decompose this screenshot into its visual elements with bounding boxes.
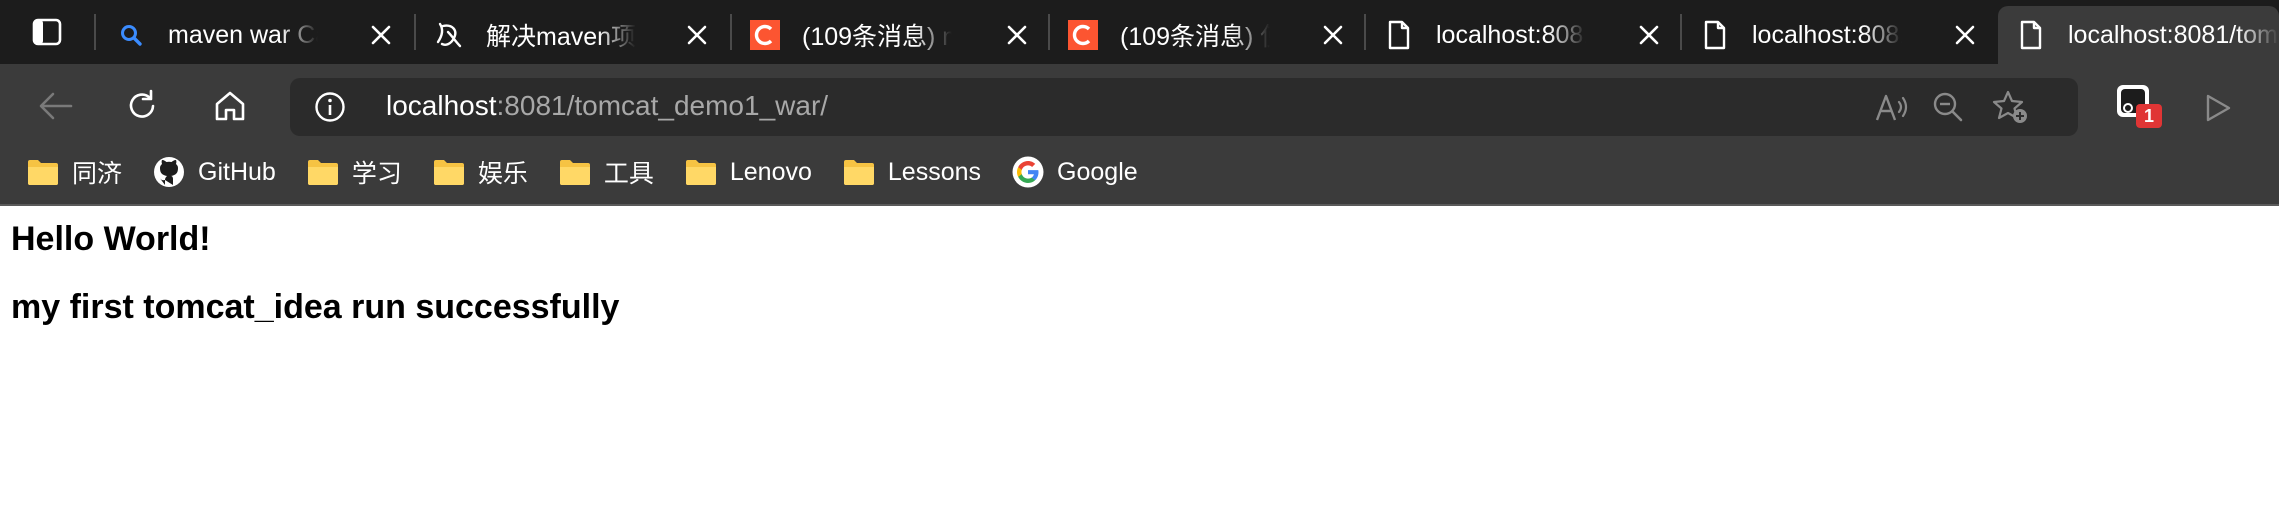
arrow-left-icon (38, 91, 74, 121)
home-icon (213, 89, 247, 123)
tab-title: localhost:8081/tomc (1436, 20, 1586, 49)
google-icon (1011, 156, 1045, 188)
bookmark-label: GitHub (198, 157, 276, 186)
url-host: localhost (386, 90, 497, 121)
home-button[interactable] (202, 78, 258, 134)
tab-localhost-active[interactable]: localhost:8081/tomcat_demo1_war/ (1998, 6, 2279, 64)
tab-separator (94, 14, 96, 50)
folder-icon (306, 157, 340, 187)
browser-toolbar: localhost:8081/tomcat_demo1_war/ 1 同济 Gi… (0, 64, 2279, 204)
bookmark-label: Google (1057, 157, 1138, 186)
zoom-out-button[interactable] (1930, 89, 1966, 125)
play-button[interactable] (2194, 84, 2242, 132)
bookmark-label: 同济 (72, 160, 123, 188)
tab-actions-icon (32, 18, 62, 46)
folder-icon (432, 157, 466, 187)
tab-maven-war[interactable]: maven war Cannot (98, 6, 412, 64)
tab-csdn-use-maven[interactable]: (109条消息) 使用m (1050, 6, 1364, 64)
url-path: :8081/tomcat_demo1_war/ (496, 90, 829, 121)
bookmark-github[interactable]: GitHub (152, 148, 276, 196)
github-icon (152, 157, 186, 187)
back-button[interactable] (28, 78, 84, 134)
csdn-logo-icon (750, 20, 780, 50)
bookmark-label: Lenovo (729, 157, 812, 186)
refresh-icon (125, 89, 159, 123)
close-tab-icon[interactable] (1002, 20, 1032, 50)
folder-icon (558, 157, 592, 187)
bookmark-label: 工具 (603, 160, 654, 188)
page-icon (2016, 20, 2046, 50)
close-tab-icon[interactable] (682, 20, 712, 50)
folder-icon (26, 157, 60, 187)
close-tab-icon[interactable] (1318, 20, 1348, 50)
tab-localhost-2[interactable]: localhost:8081/tomc (1682, 6, 1996, 64)
close-tab-icon[interactable] (366, 20, 396, 50)
bookmark-lenovo[interactable]: Lenovo (684, 148, 812, 196)
tab-title: maven war Cannot (168, 20, 318, 49)
bookmark-tongji[interactable]: 同济 (26, 148, 122, 196)
tab-maven-package-fix[interactable]: 解决maven项目打 (416, 6, 728, 64)
add-favorite-button[interactable] (1992, 89, 2028, 125)
extension-button[interactable]: 1 (2114, 82, 2164, 132)
bookmark-label: 学习 (351, 160, 402, 188)
page-heading-hello: Hello World! (11, 220, 211, 258)
bookmark-entertainment[interactable]: 娱乐 (432, 148, 528, 196)
csdn-logo-icon (1068, 20, 1098, 50)
bookmark-label: Lessons (887, 157, 982, 186)
bookmark-study[interactable]: 学习 (306, 148, 402, 196)
bookmarks-bar: 同济 GitHub 学习 娱乐 工具 Lenovo Lessons Google (0, 140, 2279, 204)
page-content: Hello World! my first tomcat_idea run su… (0, 206, 2279, 514)
bookmark-lessons[interactable]: Lessons (842, 148, 981, 196)
play-icon (2204, 93, 2232, 123)
page-icon (1700, 20, 1730, 50)
tab-title: (109条消息) maven (802, 23, 952, 51)
address-url[interactable]: localhost:8081/tomcat_demo1_war/ (386, 90, 828, 122)
close-tab-icon[interactable] (1950, 20, 1980, 50)
search-icon (116, 20, 146, 50)
page-icon (1384, 20, 1414, 50)
extension-badge: 1 (2136, 104, 2162, 128)
tab-localhost-1[interactable]: localhost:8081/tomc (1366, 6, 1680, 64)
tab-title: localhost:8081/tomcat_demo1_war/ (2068, 20, 2279, 49)
bookmark-label: 娱乐 (477, 160, 528, 188)
close-tab-icon[interactable] (1634, 20, 1664, 50)
hand-drawn-logo-icon (434, 20, 464, 50)
refresh-button[interactable] (114, 78, 170, 134)
folder-icon (684, 157, 718, 187)
read-aloud-button[interactable] (1874, 89, 1910, 125)
address-bar[interactable]: localhost:8081/tomcat_demo1_war/ (290, 78, 2078, 136)
tab-title: 解决maven项目打 (486, 23, 636, 51)
page-heading-success: my first tomcat_idea run successfully (11, 288, 620, 326)
read-aloud-icon (1875, 94, 1908, 121)
folder-icon (842, 157, 876, 187)
site-info-icon[interactable] (314, 91, 346, 123)
tab-actions-menu-button[interactable] (18, 12, 76, 52)
bookmark-google[interactable]: Google (1011, 148, 1138, 196)
tab-strip: maven war Cannot 解决maven项目打 (109条消息) mav… (0, 0, 2279, 64)
tab-csdn-maven[interactable]: (109条消息) maven (732, 6, 1048, 64)
tab-title: localhost:8081/tomc (1752, 20, 1902, 49)
bookmark-tools[interactable]: 工具 (558, 148, 654, 196)
star-add-icon (1992, 90, 2027, 123)
zoom-out-icon (1933, 92, 1963, 122)
tab-title: (109条消息) 使用m (1120, 23, 1270, 51)
